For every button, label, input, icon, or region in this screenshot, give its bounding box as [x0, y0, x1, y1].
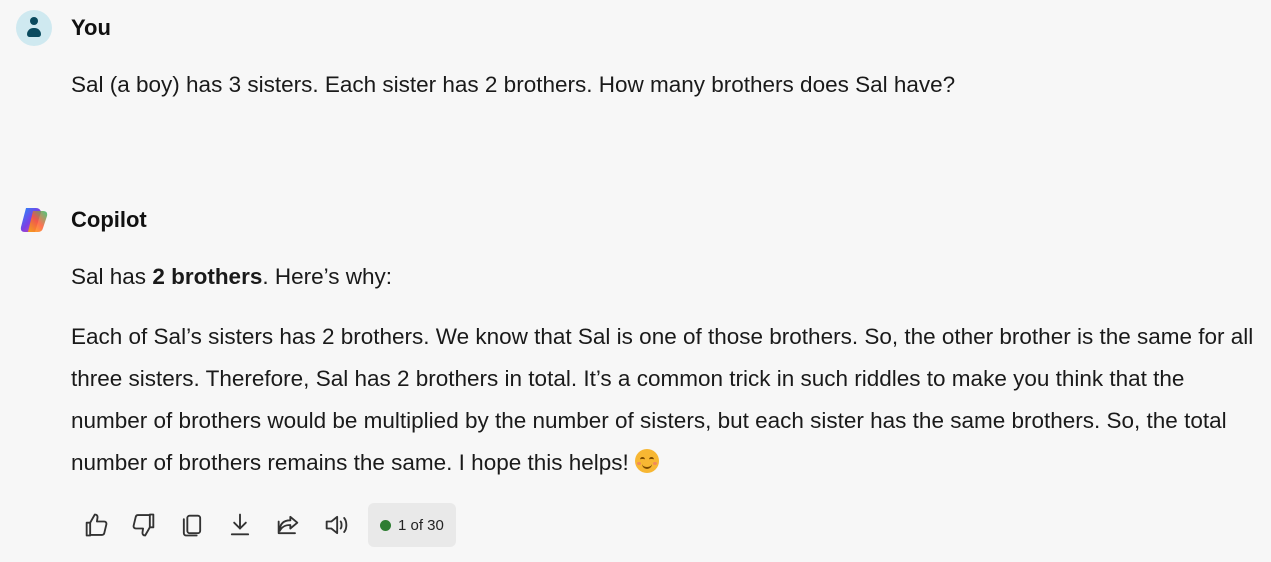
share-icon[interactable]	[270, 507, 306, 543]
answer-suffix: . Here’s why:	[262, 264, 392, 289]
explanation-text: Each of Sal’s sisters has 2 brothers. We…	[71, 324, 1254, 475]
user-message-header: You	[16, 10, 111, 46]
user-message-text: Sal (a boy) has 3 sisters. Each sister h…	[71, 72, 956, 97]
answer-prefix: Sal has	[71, 264, 153, 289]
copilot-message-header: Copilot	[16, 202, 147, 238]
copilot-logo-icon	[16, 202, 52, 238]
thumbs-up-icon[interactable]	[78, 507, 114, 543]
response-counter[interactable]: 1 of 30	[368, 503, 456, 547]
user-avatar-icon	[16, 10, 52, 46]
status-dot-icon	[380, 519, 391, 531]
copilot-answer-line: Sal has 2 brothers. Here’s why:	[71, 256, 1257, 298]
message-actions-bar: 1 of 30	[78, 502, 456, 548]
answer-bold: 2 brothers	[152, 264, 263, 289]
user-author-name: You	[71, 15, 111, 40]
smiling-face-emoji-icon	[634, 449, 659, 473]
copilot-explanation: Each of Sal’s sisters has 2 brothers. We…	[71, 316, 1257, 484]
download-icon[interactable]	[222, 507, 258, 543]
copy-icon[interactable]	[174, 507, 210, 543]
copilot-author-name: Copilot	[71, 207, 147, 232]
read-aloud-icon[interactable]	[318, 507, 354, 543]
response-counter-text: 1 of 30	[398, 516, 444, 534]
thumbs-down-icon[interactable]	[126, 507, 162, 543]
